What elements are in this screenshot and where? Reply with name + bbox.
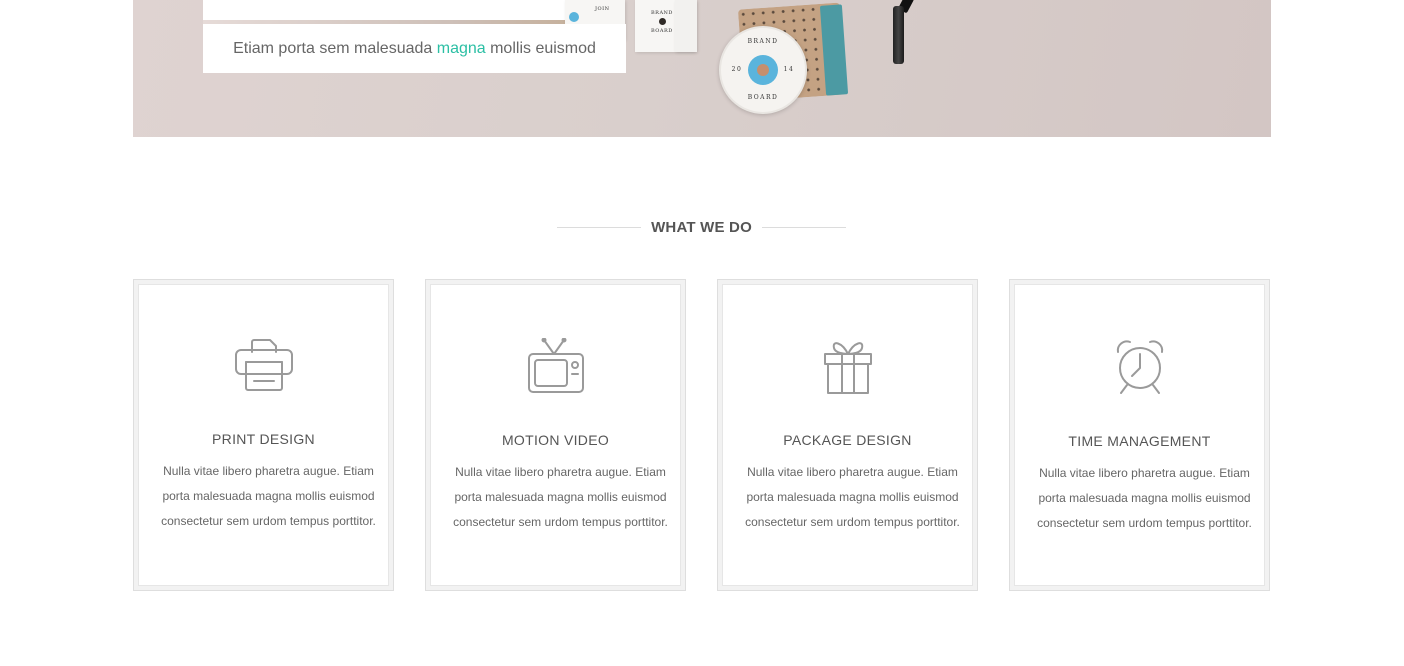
service-title: PACKAGE DESIGN: [783, 432, 912, 448]
tv-icon: [524, 335, 588, 399]
heading-divider-left: [557, 226, 642, 228]
mockup-cd-disc: BRAND 20 14 BOARD: [719, 26, 807, 114]
service-card-body: MOTION VIDEO Nulla vitae libero pharetra…: [430, 284, 681, 586]
hero-caption-text-end: mollis euismod: [485, 39, 596, 57]
printer-icon: [232, 335, 296, 399]
service-card-print-design: PRINT DESIGN Nulla vitae libero pharetra…: [133, 279, 394, 591]
alarm-clock-icon: [1108, 335, 1172, 399]
service-description: Nulla vitae libero pharetra augue. Etiam…: [161, 464, 376, 528]
hero-slide-card: [203, 0, 565, 20]
service-card-time-management: TIME MANAGEMENT Nulla vitae libero phare…: [1009, 279, 1270, 591]
service-description: Nulla vitae libero pharetra augue. Etiam…: [1037, 466, 1252, 530]
service-card-body: PACKAGE DESIGN Nulla vitae libero pharet…: [722, 284, 973, 586]
service-title: TIME MANAGEMENT: [1068, 433, 1211, 449]
service-card-motion-video: MOTION VIDEO Nulla vitae libero pharetra…: [425, 279, 686, 591]
gift-icon: [816, 335, 880, 399]
service-title: MOTION VIDEO: [501, 432, 610, 448]
section-heading: WHAT WE DO: [557, 217, 846, 237]
service-card-body: PRINT DESIGN Nulla vitae libero pharetra…: [138, 284, 389, 586]
mockup-business-card-back: [675, 0, 697, 52]
service-card-package-design: PACKAGE DESIGN Nulla vitae libero pharet…: [717, 279, 978, 591]
service-description: Nulla vitae libero pharetra augue. Etiam…: [745, 465, 960, 529]
mockup-pen: [893, 6, 904, 64]
hero-caption-text: Etiam porta sem malesuada: [233, 39, 437, 57]
heading-divider-right: [761, 226, 846, 228]
service-card-body: TIME MANAGEMENT Nulla vitae libero phare…: [1014, 284, 1265, 586]
page: JOIN BRAND BOARD BRAND 20 14 BOARD Etiam…: [0, 0, 1404, 666]
section-title: WHAT WE DO: [651, 218, 752, 236]
hero-banner: JOIN BRAND BOARD BRAND 20 14 BOARD Etiam…: [133, 0, 1271, 137]
hero-caption-accent: magna: [436, 39, 486, 57]
service-title: PRINT DESIGN: [212, 431, 315, 447]
hero-caption: Etiam porta sem malesuada magna mollis e…: [203, 24, 626, 73]
service-description: Nulla vitae libero pharetra augue. Etiam…: [453, 465, 668, 529]
